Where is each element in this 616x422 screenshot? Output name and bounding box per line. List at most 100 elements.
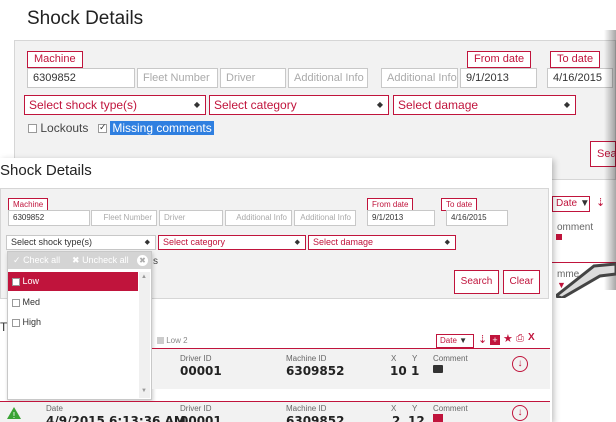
sort-icon[interactable]: ⇣ — [478, 333, 487, 346]
scroll-up-icon[interactable]: ▲ — [141, 274, 147, 280]
x-value: 2 — [392, 414, 401, 422]
shock-type-value: Select shock type(s) — [29, 98, 138, 112]
chevron-down-icon: ◆ — [193, 100, 200, 109]
flag-icon — [556, 234, 562, 240]
additional-info-input[interactable]: Additional Info — [288, 68, 368, 88]
front-to-date-input[interactable]: 4/16/2015 — [446, 210, 508, 226]
front-shock-type-select[interactable]: Select shock type(s) ◆ — [6, 235, 156, 250]
sort-down-icon: ▼ — [459, 336, 468, 345]
x-value: 10 — [390, 364, 407, 378]
front-additional-info-input-2[interactable]: Additional Info — [294, 210, 356, 226]
shock-type-select[interactable]: Select shock type(s) ◆ — [24, 95, 206, 115]
results-partial-text: T — [0, 320, 8, 334]
dropdown-option-high[interactable]: High — [12, 317, 41, 327]
category-select[interactable]: Select category ◆ — [209, 95, 389, 115]
chevron-down-icon: ◆ — [444, 239, 450, 246]
y-value: 12 — [408, 414, 425, 422]
front-machine-input[interactable]: 6309852 — [8, 210, 90, 226]
front-from-date-input[interactable]: 9/1/2013 — [367, 210, 435, 226]
date-sort-button-back[interactable]: Date ▼ — [552, 196, 590, 212]
machine-id-value: 6309852 — [286, 364, 345, 378]
low-count-legend: Low 2 — [157, 336, 188, 345]
category-value: Select category — [214, 98, 297, 112]
front-damage-value: Select damage — [313, 237, 374, 247]
page-curl-shadow — [604, 30, 616, 290]
search-button[interactable]: Search — [454, 270, 499, 294]
uncheck-all-button[interactable]: ✖ Uncheck all — [72, 255, 129, 266]
sort-down-icon: ▼ — [579, 198, 590, 209]
option-high-checkbox[interactable] — [12, 318, 20, 327]
option-med-checkbox[interactable] — [12, 298, 20, 307]
front-shock-type-value: Select shock type(s) — [11, 237, 93, 247]
driver-id-header: Driver ID — [180, 404, 212, 413]
x-header: X — [391, 354, 397, 363]
missing-comments-toggle[interactable]: Missing comments — [98, 121, 214, 135]
lockouts-partial-text: s — [153, 256, 158, 267]
comment-header: Comment — [433, 404, 468, 413]
option-low-checkbox[interactable] — [12, 277, 20, 286]
front-damage-select[interactable]: Select damage ◆ — [308, 235, 456, 250]
front-category-value: Select category — [163, 237, 226, 247]
lockouts-checkbox[interactable] — [28, 124, 37, 134]
to-date-label: To date — [550, 51, 601, 68]
page-curl-icon — [556, 262, 616, 298]
add-icon[interactable]: + — [490, 335, 500, 345]
machine-label: Machine — [27, 51, 83, 68]
add-comment-icon[interactable] — [433, 414, 443, 422]
fleet-number-input[interactable]: Fleet Number — [137, 68, 218, 88]
svg-text:!: ! — [12, 411, 15, 420]
star-icon[interactable]: ★ — [503, 332, 513, 345]
chevron-down-icon: ◆ — [294, 239, 300, 246]
option-low-label: Low — [12, 276, 39, 286]
chevron-down-icon: ◆ — [144, 239, 150, 246]
chevron-down-icon: ◆ — [376, 100, 383, 109]
y-header: Y — [412, 404, 418, 413]
missing-comments-checkbox[interactable] — [98, 122, 107, 134]
y-value: 1 — [411, 364, 420, 378]
dropdown-scrollbar[interactable] — [139, 272, 150, 398]
machine-id-header: Machine ID — [286, 354, 327, 363]
check-icon: ✓ — [13, 255, 21, 265]
warning-icon: ! — [7, 407, 21, 420]
page-title: Shock Details — [27, 8, 144, 29]
legend-swatch — [157, 337, 164, 345]
additional-info-input-2[interactable]: Additional Info — [381, 68, 458, 88]
driver-id-value: 00001 — [180, 364, 222, 378]
clear-filter-icon[interactable]: X — [528, 332, 535, 343]
export-icon[interactable]: ⎙ — [516, 333, 524, 344]
damage-value: Select damage — [398, 98, 479, 112]
date-sort-button[interactable]: Date ▼ — [436, 334, 474, 348]
chevron-down-icon: ◆ — [563, 100, 570, 109]
front-page-title: Shock Details — [0, 162, 92, 179]
missing-comments-label: Missing comments — [110, 121, 214, 135]
close-icon: ✖ — [72, 255, 80, 265]
driver-input[interactable]: Driver — [220, 68, 286, 88]
driver-id-value: 00001 — [180, 414, 222, 422]
dropdown-close-icon[interactable]: ✖ — [137, 255, 148, 266]
expand-row-icon[interactable]: ↓ — [512, 356, 528, 372]
date-value: 4/9/2015 6:13:36 AM — [46, 414, 186, 422]
clear-button[interactable]: Clear — [503, 270, 540, 294]
comment-icon[interactable] — [433, 365, 443, 373]
front-additional-info-input[interactable]: Additional Info — [225, 210, 292, 226]
lockouts-label: Lockouts — [40, 121, 89, 135]
damage-select[interactable]: Select damage ◆ — [393, 95, 576, 115]
check-all-button[interactable]: ✓ Check all — [13, 255, 60, 266]
front-fleet-number-input[interactable]: Fleet Number — [91, 210, 157, 226]
comment-header-back: omment — [557, 222, 594, 233]
from-date-input[interactable]: 9/1/2013 — [460, 68, 537, 88]
y-header: Y — [412, 354, 418, 363]
date-header: Date — [46, 404, 63, 413]
expand-row-icon[interactable]: ↓ — [512, 405, 528, 421]
x-header: X — [391, 404, 397, 413]
comment-header: Comment — [433, 354, 468, 363]
scroll-down-icon[interactable]: ▼ — [141, 388, 147, 394]
lockouts-toggle[interactable]: Lockouts — [28, 121, 88, 135]
from-date-label: From date — [467, 51, 532, 68]
machine-id-header: Machine ID — [286, 404, 327, 413]
front-driver-input[interactable]: Driver — [159, 210, 223, 226]
driver-id-header: Driver ID — [180, 354, 212, 363]
machine-input[interactable]: 6309852 — [27, 68, 135, 88]
front-category-select[interactable]: Select category ◆ — [158, 235, 306, 250]
dropdown-option-med[interactable]: Med — [12, 297, 40, 307]
